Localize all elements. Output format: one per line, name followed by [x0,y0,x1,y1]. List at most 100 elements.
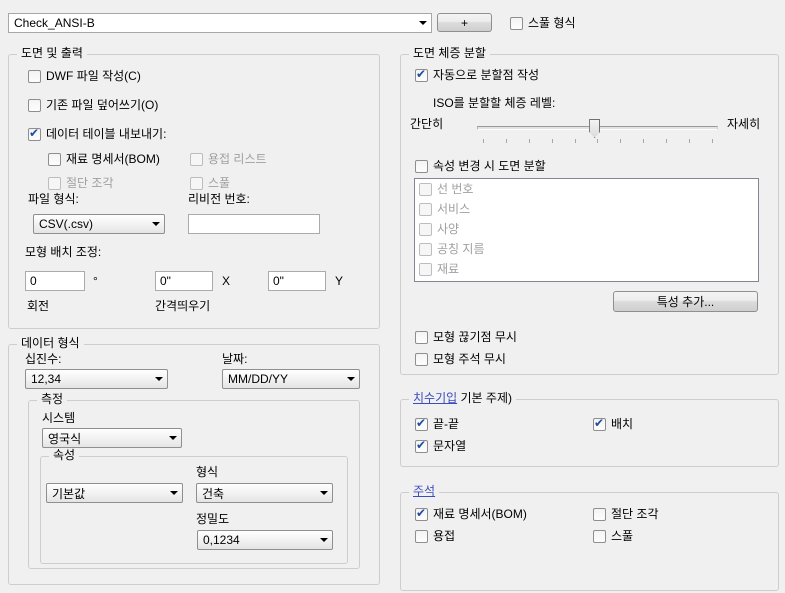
system-label: 시스템 [42,411,75,426]
ignore-breaks-row: 모형 끊기점 무시 [415,330,517,345]
auto-split-checkbox[interactable] [415,69,428,82]
spool-export-checkbox[interactable] [190,177,203,190]
split-properties-listbox[interactable]: 선 번호 서비스 사양 공칭 지름 재료 [414,178,759,282]
decimal-value: 12,34 [26,372,151,386]
bom-export-checkbox[interactable] [48,153,61,166]
overwrite-checkbox[interactable] [28,99,41,112]
split-on-change-label: 속성 변경 시 도면 분할 [433,159,546,174]
add-property-button[interactable]: 특성 추가... [613,291,758,312]
spec-checkbox[interactable] [419,223,432,236]
annotation-bom-checkbox[interactable] [415,508,428,521]
annotation-weld-row: 용접 [415,529,455,544]
offset-x-unit: X [222,274,230,289]
file-format-label: 파일 형식: [28,192,79,207]
annotation-weld-checkbox[interactable] [415,530,428,543]
spool-format-checkbox[interactable] [510,17,523,30]
system-value: 영국식 [43,430,165,447]
offset-x-input[interactable] [155,271,213,291]
chevron-down-icon[interactable] [415,21,431,25]
bom-export-row: 재료 명세서(BOM) [48,152,160,167]
service-checkbox[interactable] [419,203,432,216]
annotation-spool-label: 스풀 [611,529,633,544]
list-item: 사양 [419,222,459,237]
annotation-spool-checkbox[interactable] [593,530,606,543]
file-format-combobox[interactable]: CSV(.csv) [33,214,165,234]
add-style-button[interactable]: + [437,13,492,32]
chevron-down-icon[interactable] [316,491,332,495]
revision-input[interactable] [188,214,320,234]
auto-split-label: 자동으로 분할점 작성 [433,68,539,83]
annotation-cut-pieces-checkbox[interactable] [593,508,606,521]
line-number-checkbox[interactable] [419,183,432,196]
chevron-down-icon[interactable] [165,436,181,440]
iso-level-slider-track[interactable] [477,126,718,130]
file-format-value: CSV(.csv) [34,217,148,231]
cut-pieces-export-row: 절단 조각 [48,176,114,191]
list-item: 공칭 지름 [419,242,485,257]
dimensions-title-link[interactable]: 치수기입 [413,391,457,405]
offset-label: 간격띄우기 [155,299,210,314]
end-to-end-row: 끝-끝 [415,417,459,432]
end-to-end-checkbox[interactable] [415,418,428,431]
material-checkbox[interactable] [419,263,432,276]
drawing-output-group-title: 도면 및 출력 [17,46,87,61]
measurement-group-title: 측정 [37,392,67,407]
ignore-annotations-label: 모형 주석 무시 [433,352,506,367]
list-item: 서비스 [419,202,470,217]
rotation-label: 회전 [27,299,49,314]
split-on-change-checkbox[interactable] [415,160,428,173]
annotation-cut-pieces-row: 절단 조각 [593,507,659,522]
chevron-down-icon[interactable] [166,491,182,495]
spec-label: 사양 [437,222,459,237]
slider-max-label: 자세히 [727,117,760,132]
precision-combobox[interactable]: 0,1234 [197,530,333,550]
overwrite-label: 기존 파일 덮어쓰기(O) [46,98,158,113]
chevron-down-icon[interactable] [148,222,164,226]
spool-export-row: 스풀 [190,176,230,191]
ignore-annotations-checkbox[interactable] [415,353,428,366]
rotation-input[interactable] [25,271,85,291]
annotation-weld-label: 용접 [433,529,455,544]
decimal-combobox[interactable]: 12,34 [25,369,168,389]
chevron-down-icon[interactable] [151,377,167,381]
layout-label: 배치 [611,417,633,432]
rotation-unit: ° [93,274,98,289]
default-combobox[interactable]: 기본값 [46,483,183,503]
nominal-diameter-label: 공칭 지름 [437,242,485,257]
end-to-end-label: 끝-끝 [433,417,459,432]
overwrite-row: 기존 파일 덮어쓰기(O) [28,98,158,113]
attributes-group-title: 속성 [49,448,79,463]
iso-style-settings-panel: Check_ANSI-B + 스풀 형식 도면 및 출력 DWF 파일 작성(C… [0,0,785,593]
revision-label: 리비전 번호: [188,192,250,207]
nominal-diameter-checkbox[interactable] [419,243,432,256]
data-format-group-title: 데이터 형식 [17,336,84,351]
export-tables-checkbox[interactable] [28,128,41,141]
list-item: 선 번호 [419,182,473,197]
weld-list-checkbox[interactable] [190,153,203,166]
system-combobox[interactable]: 영국식 [42,428,182,448]
ignore-breaks-label: 모형 끊기점 무시 [433,330,517,345]
layout-checkbox[interactable] [593,418,606,431]
chevron-down-icon[interactable] [343,377,359,381]
dwf-checkbox[interactable] [28,70,41,83]
dwf-label: DWF 파일 작성(C) [46,69,141,84]
annotation-cut-pieces-label: 절단 조각 [611,507,659,522]
export-tables-row: 데이터 테이블 내보내기: [28,127,166,142]
cut-pieces-export-checkbox[interactable] [48,177,61,190]
bom-export-label: 재료 명세서(BOM) [66,152,160,167]
offset-y-unit: Y [335,274,343,289]
string-checkbox[interactable] [415,440,428,453]
weld-list-row: 용접 리스트 [190,152,267,167]
ignore-breaks-checkbox[interactable] [415,331,428,344]
slider-ticks [483,139,713,143]
format-combobox[interactable]: 건축 [196,483,333,503]
offset-y-input[interactable] [268,271,326,291]
iso-level-label: ISO를 분할할 체증 레벨: [433,96,555,111]
layout-row: 배치 [593,417,633,432]
annotations-title-link[interactable]: 주석 [413,484,435,498]
style-name-combobox[interactable]: Check_ANSI-B [8,13,432,33]
date-combobox[interactable]: MM/DD/YY [222,369,360,389]
dimensions-group-title: 치수기입 기본 주제) [409,391,516,406]
chevron-down-icon[interactable] [316,538,332,542]
string-row: 문자열 [415,439,466,454]
